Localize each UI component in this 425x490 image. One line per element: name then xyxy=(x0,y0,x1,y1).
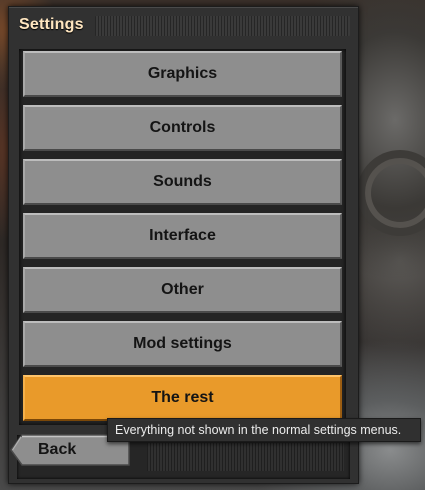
other-button[interactable]: Other xyxy=(23,267,342,313)
window-title: Settings xyxy=(19,16,84,33)
settings-window: Settings Graphics Controls Sounds Interf… xyxy=(8,6,359,484)
back-button-label: Back xyxy=(38,441,77,458)
drag-handle[interactable] xyxy=(95,16,350,36)
title-bar: Settings xyxy=(9,7,358,43)
sounds-button[interactable]: Sounds xyxy=(23,159,342,205)
controls-button[interactable]: Controls xyxy=(23,105,342,151)
the-rest-button[interactable]: The rest xyxy=(23,375,342,421)
graphics-button[interactable]: Graphics xyxy=(23,51,342,97)
tooltip: Everything not shown in the normal setti… xyxy=(107,418,421,442)
interface-button[interactable]: Interface xyxy=(23,213,342,259)
mod-settings-button[interactable]: Mod settings xyxy=(23,321,342,367)
bottom-bar-filler xyxy=(147,443,344,471)
